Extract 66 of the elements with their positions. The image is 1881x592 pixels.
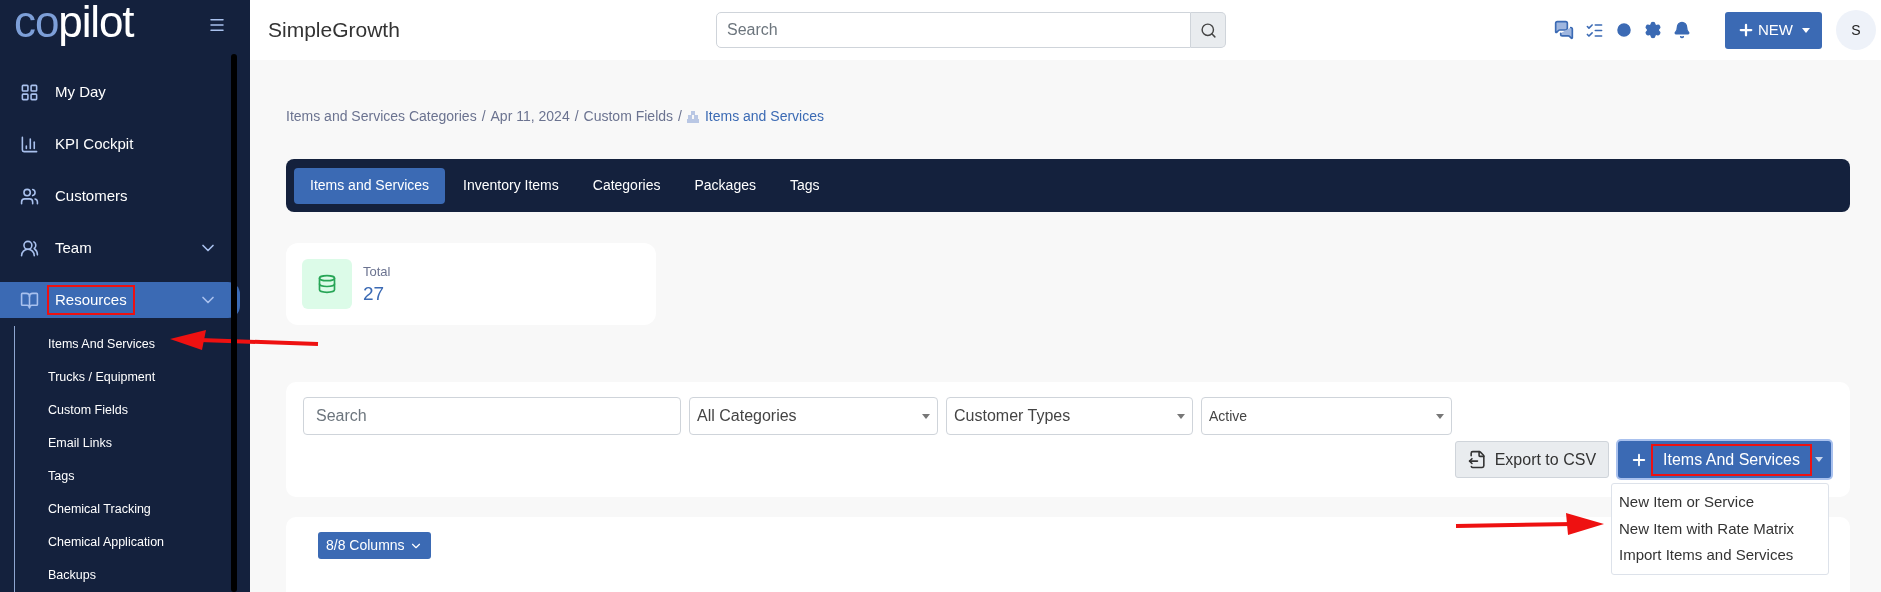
tab[interactable]: Tags — [773, 167, 836, 204]
nav-label: Customers — [54, 185, 129, 206]
submenu-item[interactable]: Backups — [48, 566, 96, 585]
nav-item[interactable]: KPI Cockpit — [0, 126, 240, 162]
nav-icon — [20, 186, 39, 206]
submenu-item[interactable]: Chemical Tracking — [48, 500, 151, 519]
nav-item[interactable]: My Day — [0, 74, 240, 110]
nav-item[interactable]: Team — [0, 230, 240, 266]
chat-icon[interactable] — [1554, 20, 1574, 40]
submenu-item[interactable]: Custom Fields — [48, 401, 128, 420]
tab[interactable]: Items and Services — [294, 167, 446, 204]
caret-icon — [1436, 413, 1444, 419]
columns-button[interactable]: 8/8 Columns — [318, 532, 431, 559]
dropdown-field[interactable]: Customer Types — [946, 397, 1193, 435]
app-title: SimpleGrowth — [268, 17, 401, 44]
scrollbar[interactable] — [231, 54, 237, 592]
nav-label: My Day — [54, 81, 107, 102]
search-field[interactable]: Search — [716, 12, 1191, 48]
menu-item[interactable]: Import Items and Services — [1612, 542, 1828, 569]
nav-label: KPI Cockpit — [54, 133, 135, 154]
breadcrumb-item[interactable]: Apr 11, 2024 — [490, 106, 570, 127]
bell-icon[interactable] — [1673, 21, 1691, 39]
breadcrumb-separator: / — [678, 107, 682, 126]
search-button[interactable] — [1191, 12, 1226, 48]
tab[interactable]: Packages — [678, 167, 772, 204]
search-field[interactable]: Search — [303, 397, 681, 435]
settings-icon[interactable] — [1644, 21, 1662, 39]
menu-item[interactable]: New Item or Service — [1612, 489, 1828, 516]
menu-item[interactable]: New Item with Rate Matrix — [1612, 515, 1828, 542]
nav-icon — [20, 82, 39, 102]
submenu-item[interactable]: Trucks / Equipment — [48, 368, 156, 387]
nav-item[interactable]: Customers — [0, 178, 240, 214]
database-icon — [302, 259, 352, 309]
caret-icon — [1177, 413, 1185, 419]
breadcrumb-item: Items and Services — [704, 107, 824, 126]
new-button[interactable]: NEW — [1725, 11, 1822, 49]
breadcrumb-item[interactable]: Custom Fields — [583, 106, 674, 127]
nav-icon — [20, 290, 39, 310]
export-icon — [1467, 450, 1487, 469]
breadcrumb-separator: / — [574, 107, 579, 126]
caret-icon — [922, 413, 930, 419]
logo: copilot — [14, 0, 134, 44]
avatar[interactable]: S — [1836, 10, 1876, 50]
submenu-item[interactable]: Email Links — [48, 434, 112, 453]
cubes-icon — [686, 110, 699, 123]
dropdown-field[interactable]: Active — [1201, 397, 1452, 435]
export-button[interactable]: Export to CSV — [1454, 441, 1610, 478]
total-label: Total — [363, 263, 391, 282]
submenu-item[interactable]: Chemical Application — [48, 533, 165, 552]
tab[interactable]: Inventory Items — [447, 167, 575, 204]
nav-icon — [20, 134, 39, 154]
nav-item[interactable]: Resources — [0, 282, 240, 318]
menu-icon[interactable] — [208, 16, 226, 34]
tab[interactable]: Categories — [576, 167, 677, 204]
search-icon — [1199, 21, 1217, 39]
breadcrumb-item[interactable]: Items and Services Categories — [286, 106, 477, 127]
total-value: 27 — [363, 281, 386, 306]
nav-icon — [20, 238, 39, 258]
dropdown-field[interactable]: All Categories — [689, 397, 938, 435]
breadcrumb-separator: / — [481, 107, 486, 126]
plus-icon — [1737, 21, 1755, 39]
add-items-button[interactable]: Items And Services — [1618, 441, 1831, 478]
nav-label: Resources — [49, 286, 133, 314]
submenu-item[interactable]: Items And Services — [48, 335, 155, 354]
submenu-item[interactable]: Tags — [48, 467, 75, 486]
nav-label: Team — [54, 237, 93, 258]
